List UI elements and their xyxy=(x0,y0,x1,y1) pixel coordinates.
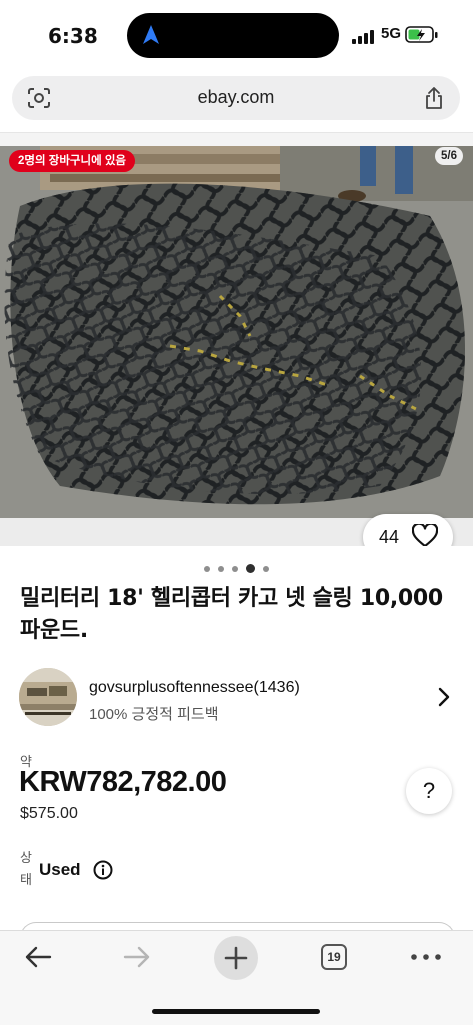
address-bar[interactable]: ebay.com xyxy=(12,76,460,120)
image-counter: 5/6 xyxy=(435,147,463,165)
battery-charging-icon xyxy=(405,26,438,43)
image-gallery[interactable]: 2명의 장바구니에 있음 5/6 44 xyxy=(0,146,473,546)
status-bar: 6:38 5G xyxy=(0,0,473,70)
carousel-dot[interactable] xyxy=(232,565,238,572)
signal-icon xyxy=(352,28,378,44)
plus-icon xyxy=(224,946,248,970)
price-amount: KRW782,782.00 xyxy=(19,766,227,798)
heart-icon xyxy=(412,524,438,546)
condition-label: 상태 xyxy=(20,850,32,887)
condition-value: Used xyxy=(39,860,81,879)
seller-feedback: 100% 긍정적 피드백 xyxy=(89,706,219,723)
back-arrow-icon[interactable] xyxy=(23,939,53,975)
tabs-icon[interactable]: 19 xyxy=(321,944,347,970)
watch-button[interactable]: 44 xyxy=(363,514,453,546)
dynamic-island xyxy=(127,13,339,58)
network-type: 5G xyxy=(381,25,402,42)
carousel-dot[interactable] xyxy=(218,565,224,572)
seller-row[interactable]: govsurplusoftennessee(1436) 100% 긍정적 피드백 xyxy=(0,664,473,730)
seller-avatar[interactable] xyxy=(19,668,77,726)
carousel-dot-active[interactable] xyxy=(246,564,255,574)
location-arrow-icon xyxy=(143,25,159,44)
page-top-strip xyxy=(0,132,473,147)
help-button[interactable]: ? xyxy=(406,768,452,814)
browser-toolbar: 19 xyxy=(0,930,473,1025)
cart-popularity-badge: 2명의 장바구니에 있음 xyxy=(9,150,136,172)
more-icon[interactable] xyxy=(410,939,442,975)
product-photo-cargo-net[interactable] xyxy=(0,146,473,518)
status-time: 6:38 xyxy=(48,24,98,48)
price-usd: $575.00 xyxy=(20,805,78,822)
seller-name[interactable]: govsurplusoftennessee(1436) xyxy=(89,679,300,697)
new-tab-button[interactable] xyxy=(214,936,258,980)
seller-avatar-image xyxy=(19,668,77,726)
carousel-dots xyxy=(0,560,473,574)
listing-title: 밀리터리 18' 헬리콥터 카고 넷 슬링 10,000 파운드. xyxy=(20,586,443,643)
url-text[interactable]: ebay.com xyxy=(12,87,460,108)
chevron-right-icon[interactable] xyxy=(437,686,451,708)
forward-arrow-icon[interactable] xyxy=(122,939,152,975)
carousel-dot[interactable] xyxy=(263,565,269,572)
info-icon[interactable] xyxy=(93,860,113,880)
carousel-dot[interactable] xyxy=(204,565,210,572)
home-indicator xyxy=(152,1009,320,1014)
share-icon[interactable] xyxy=(424,86,444,110)
watch-count: 44 xyxy=(379,527,400,546)
